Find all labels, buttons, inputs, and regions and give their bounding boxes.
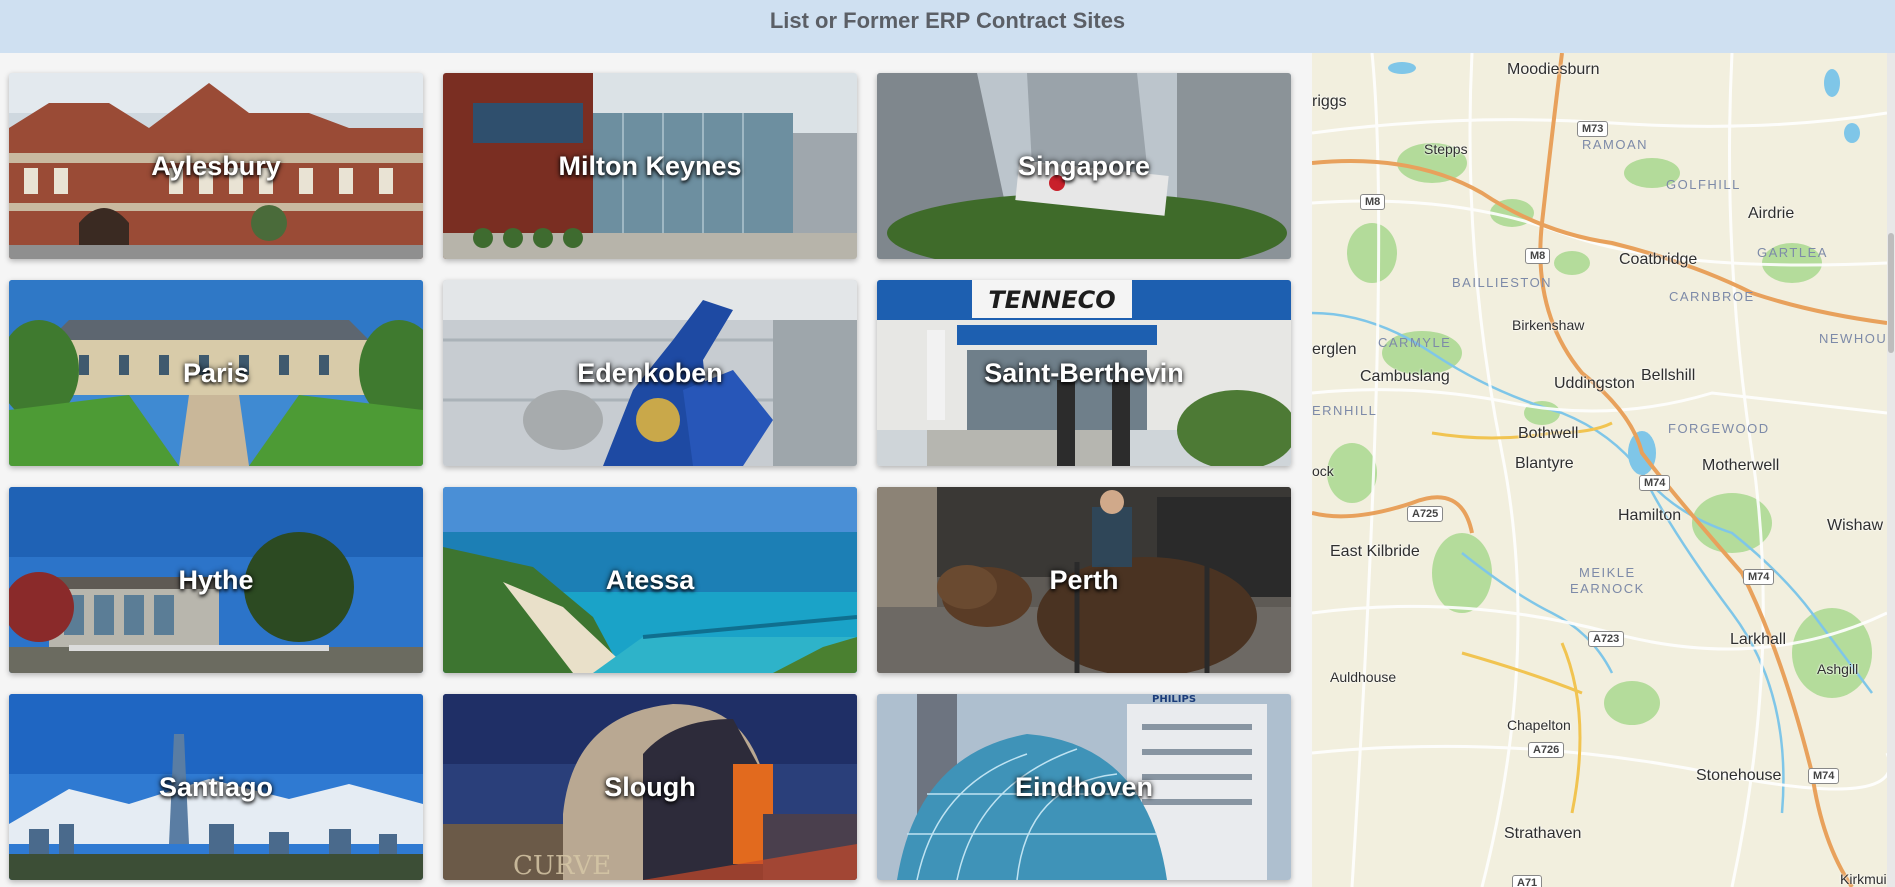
road-badge: M74: [1808, 768, 1840, 784]
map-district-label: MEIKLE: [1579, 565, 1636, 580]
map-district-label: BAILLIESTON: [1452, 275, 1553, 290]
site-grid: Aylesbury Milton Keynes Singapore Paris …: [0, 53, 1312, 887]
map-district-label: ERNHILL: [1312, 403, 1378, 418]
map-town-label: East Kilbride: [1330, 543, 1420, 560]
site-card-slough[interactable]: CURVE Slough: [443, 694, 857, 880]
map-town-label: Bellshill: [1641, 367, 1696, 384]
site-card-atessa[interactable]: Atessa: [443, 487, 857, 673]
map-district-label: FORGEWOOD: [1668, 421, 1770, 436]
road-badge: M8: [1360, 194, 1386, 210]
site-label: Eindhoven: [1014, 771, 1153, 802]
map-district-label: EARNOCK: [1570, 581, 1645, 596]
map-town-label: Moodiesburn: [1507, 61, 1600, 78]
site-card-eindhoven[interactable]: PHILIPS Eindhoven: [877, 694, 1291, 880]
map-town-label: Bothwell: [1518, 425, 1579, 442]
map-town-label: Uddingston: [1554, 375, 1635, 392]
map-district-label: GARTLEA: [1757, 245, 1828, 260]
site-card-milton-keynes[interactable]: Milton Keynes: [443, 73, 857, 259]
site-card-edenkoben[interactable]: Edenkoben: [443, 280, 857, 466]
site-card-aylesbury[interactable]: Aylesbury: [9, 73, 423, 259]
map-town-label: Stepps: [1424, 141, 1468, 157]
map-town-label: Auldhouse: [1330, 669, 1397, 685]
site-label: Hythe: [178, 564, 254, 595]
map-district-label: NEWHOUS: [1819, 331, 1887, 346]
road-badge: M74: [1743, 569, 1775, 585]
sites-map[interactable]: M73 M8 M8 M74 A725 M74 A723 A726 M74 A71…: [1312, 53, 1887, 887]
map-canvas: [1312, 53, 1887, 887]
site-card-singapore[interactable]: Singapore: [877, 73, 1291, 259]
map-town-label: riggs: [1312, 93, 1347, 110]
road-badge: M8: [1525, 248, 1551, 264]
map-district-label: CARNBROE: [1669, 289, 1755, 304]
map-town-label: Stonehouse: [1696, 767, 1782, 784]
map-district-label: CARMYLE: [1378, 335, 1452, 350]
road-badge: M74: [1639, 475, 1671, 491]
site-label: Perth: [1049, 564, 1119, 595]
site-card-perth[interactable]: Perth: [877, 487, 1291, 673]
map-town-label: Larkhall: [1730, 631, 1787, 648]
map-town-label: Kirkmui: [1840, 871, 1887, 887]
map-town-label: Hamilton: [1618, 507, 1682, 524]
site-label: Milton Keynes: [558, 150, 742, 181]
map-town-label: erglen: [1312, 341, 1357, 358]
map-town-label: Strathaven: [1504, 825, 1582, 842]
map-town-label: Blantyre: [1515, 455, 1574, 472]
road-badge: A726: [1528, 742, 1565, 758]
site-label: Edenkoben: [577, 357, 723, 388]
page-scrollbar[interactable]: [1887, 53, 1895, 887]
map-town-label: Cambuslang: [1360, 368, 1450, 385]
road-badge: A723: [1588, 631, 1625, 647]
map-district-label: RAMOAN: [1582, 137, 1649, 152]
site-card-paris[interactable]: Paris: [9, 280, 423, 466]
map-town-label: Airdrie: [1748, 205, 1795, 222]
road-badge: A725: [1407, 506, 1444, 522]
map-district-label: GOLFHILL: [1666, 177, 1741, 192]
site-card-saint-berthevin[interactable]: TENNECO Saint-Berthevin: [877, 280, 1291, 466]
map-town-label: Ashgill: [1817, 661, 1859, 677]
site-label: Slough: [604, 771, 696, 802]
site-label: Singapore: [1017, 150, 1151, 181]
map-town-label: Chapelton: [1507, 717, 1571, 733]
site-label: Paris: [182, 357, 250, 388]
map-town-label: ock: [1312, 463, 1334, 479]
map-town-label: Coatbridge: [1619, 251, 1698, 268]
site-label: Atessa: [605, 564, 695, 595]
site-card-hythe[interactable]: Hythe: [9, 487, 423, 673]
road-badge: M73: [1577, 121, 1609, 137]
page-header: List or Former ERP Contract Sites: [0, 0, 1895, 53]
site-label: Aylesbury: [151, 150, 281, 181]
site-card-santiago[interactable]: Santiago: [9, 694, 423, 880]
map-town-label: Wishaw: [1827, 517, 1884, 534]
site-label: Santiago: [158, 771, 273, 802]
site-label: Saint-Berthevin: [984, 357, 1184, 388]
page-title: List or Former ERP Contract Sites: [769, 8, 1126, 33]
road-badge: A71: [1512, 875, 1543, 887]
map-town-label: Motherwell: [1702, 457, 1780, 474]
scrollbar-thumb[interactable]: [1888, 233, 1894, 353]
map-town-label: Birkenshaw: [1512, 317, 1585, 333]
